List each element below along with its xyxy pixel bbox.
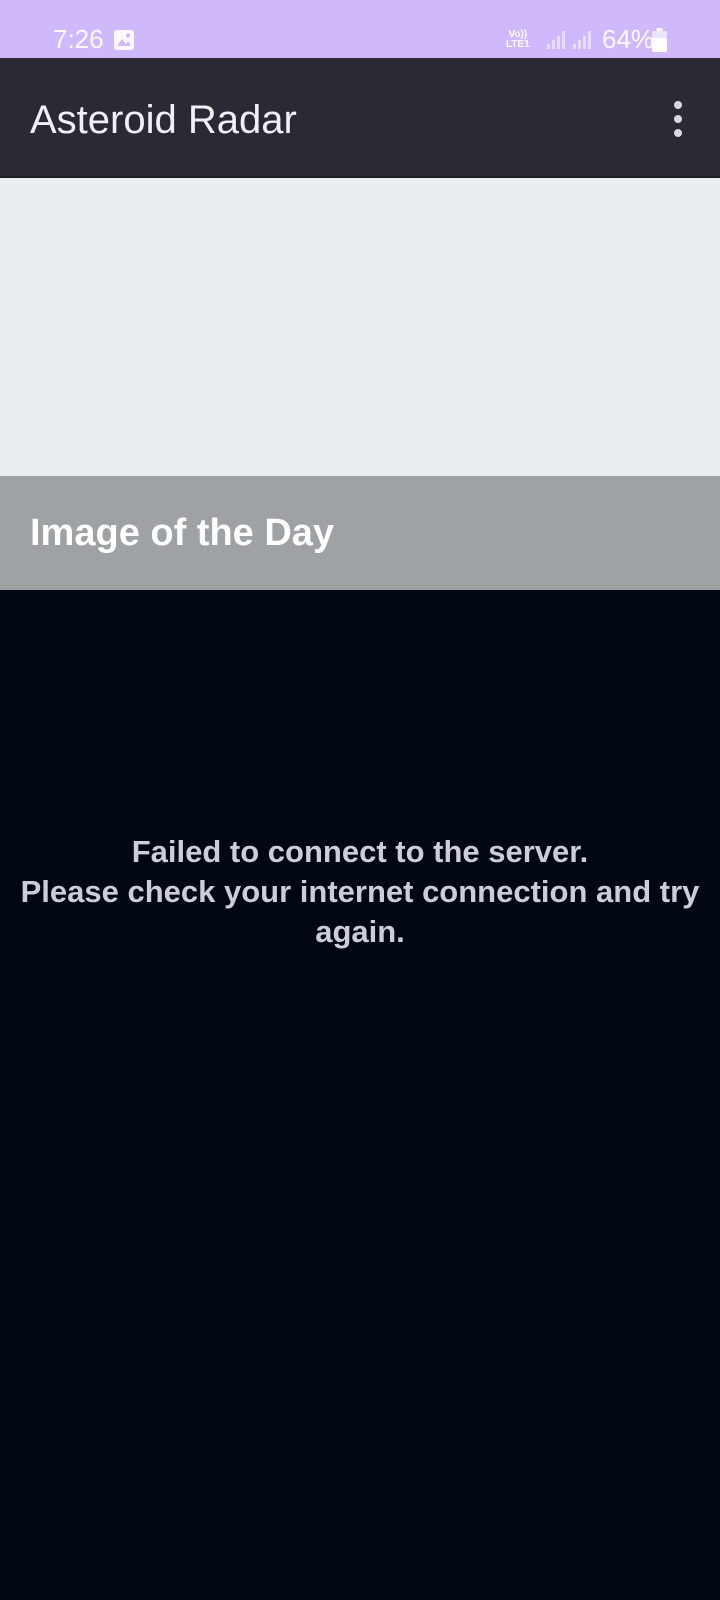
image-of-the-day bbox=[0, 178, 720, 476]
status-time: 7:26 bbox=[53, 24, 104, 54]
image-caption-bar: Image of the Day bbox=[0, 476, 720, 590]
signal-icon bbox=[547, 31, 565, 49]
signal-icon bbox=[573, 31, 591, 49]
gallery-icon bbox=[114, 30, 134, 50]
error-message: Failed to connect to the server. Please … bbox=[20, 834, 700, 949]
status-bar: 7:26 Vo)) LTE1 64% bbox=[0, 0, 720, 58]
image-caption-title: Image of the Day bbox=[30, 512, 335, 554]
more-options-button[interactable] bbox=[660, 96, 696, 142]
app-bar: Asteroid Radar bbox=[0, 58, 720, 178]
more-vert-icon bbox=[674, 101, 682, 109]
battery-icon bbox=[652, 28, 667, 52]
volte-indicator: Vo)) LTE1 bbox=[506, 29, 530, 50]
app-title: Asteroid Radar bbox=[30, 98, 297, 142]
asteroid-list-area: Failed to connect to the server. Please … bbox=[0, 590, 720, 1600]
battery-percentage: 64% bbox=[602, 24, 655, 54]
